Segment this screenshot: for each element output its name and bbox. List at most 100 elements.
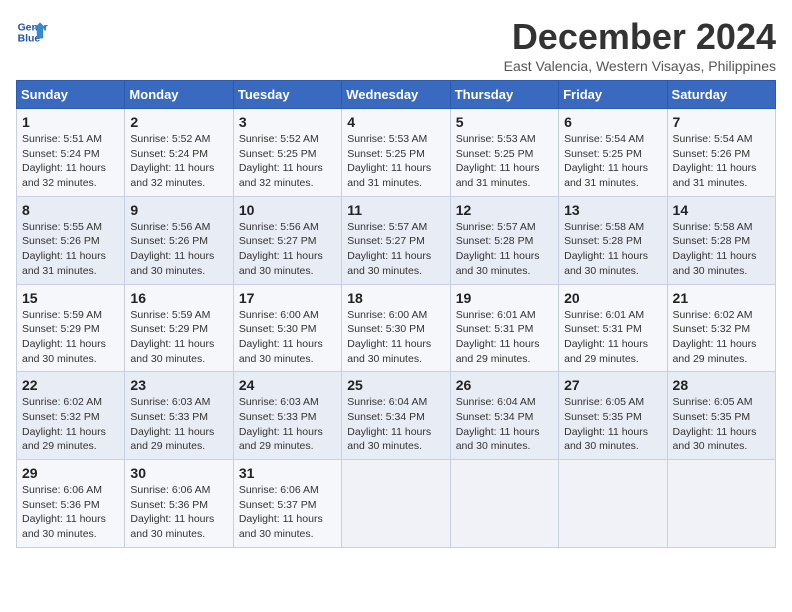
calendar-cell: 23 Sunrise: 6:03 AM Sunset: 5:33 PM Dayl…: [125, 372, 233, 460]
day-info: Sunrise: 5:53 AM Sunset: 5:25 PM Dayligh…: [347, 133, 431, 189]
day-number: 1: [22, 114, 119, 130]
day-info: Sunrise: 5:57 AM Sunset: 5:28 PM Dayligh…: [456, 221, 540, 277]
day-number: 15: [22, 290, 119, 306]
calendar-cell: 18 Sunrise: 6:00 AM Sunset: 5:30 PM Dayl…: [342, 284, 450, 372]
day-info: Sunrise: 6:06 AM Sunset: 5:36 PM Dayligh…: [130, 484, 214, 540]
calendar-week-row: 8 Sunrise: 5:55 AM Sunset: 5:26 PM Dayli…: [17, 196, 776, 284]
day-number: 16: [130, 290, 227, 306]
day-info: Sunrise: 5:59 AM Sunset: 5:29 PM Dayligh…: [130, 309, 214, 365]
calendar-cell: 20 Sunrise: 6:01 AM Sunset: 5:31 PM Dayl…: [559, 284, 667, 372]
day-number: 19: [456, 290, 553, 306]
day-info: Sunrise: 6:06 AM Sunset: 5:36 PM Dayligh…: [22, 484, 106, 540]
header-sunday: Sunday: [17, 81, 125, 109]
day-info: Sunrise: 5:59 AM Sunset: 5:29 PM Dayligh…: [22, 309, 106, 365]
day-number: 30: [130, 465, 227, 481]
day-info: Sunrise: 6:03 AM Sunset: 5:33 PM Dayligh…: [130, 396, 214, 452]
calendar-cell: 14 Sunrise: 5:58 AM Sunset: 5:28 PM Dayl…: [667, 196, 775, 284]
day-info: Sunrise: 5:58 AM Sunset: 5:28 PM Dayligh…: [673, 221, 757, 277]
day-number: 12: [456, 202, 553, 218]
calendar-cell: 5 Sunrise: 5:53 AM Sunset: 5:25 PM Dayli…: [450, 109, 558, 197]
calendar-cell: 1 Sunrise: 5:51 AM Sunset: 5:24 PM Dayli…: [17, 109, 125, 197]
calendar-cell: [342, 460, 450, 548]
day-number: 2: [130, 114, 227, 130]
calendar-cell: [667, 460, 775, 548]
calendar-cell: 31 Sunrise: 6:06 AM Sunset: 5:37 PM Dayl…: [233, 460, 341, 548]
day-info: Sunrise: 6:01 AM Sunset: 5:31 PM Dayligh…: [564, 309, 648, 365]
header-tuesday: Tuesday: [233, 81, 341, 109]
day-info: Sunrise: 5:58 AM Sunset: 5:28 PM Dayligh…: [564, 221, 648, 277]
calendar-cell: [450, 460, 558, 548]
day-number: 6: [564, 114, 661, 130]
month-title: December 2024: [504, 16, 776, 58]
day-info: Sunrise: 6:06 AM Sunset: 5:37 PM Dayligh…: [239, 484, 323, 540]
calendar-cell: 3 Sunrise: 5:52 AM Sunset: 5:25 PM Dayli…: [233, 109, 341, 197]
day-number: 29: [22, 465, 119, 481]
logo: General Blue: [16, 16, 48, 48]
calendar-week-row: 1 Sunrise: 5:51 AM Sunset: 5:24 PM Dayli…: [17, 109, 776, 197]
day-info: Sunrise: 5:54 AM Sunset: 5:25 PM Dayligh…: [564, 133, 648, 189]
day-number: 22: [22, 377, 119, 393]
day-info: Sunrise: 6:03 AM Sunset: 5:33 PM Dayligh…: [239, 396, 323, 452]
calendar-table: Sunday Monday Tuesday Wednesday Thursday…: [16, 80, 776, 548]
calendar-cell: 11 Sunrise: 5:57 AM Sunset: 5:27 PM Dayl…: [342, 196, 450, 284]
day-number: 18: [347, 290, 444, 306]
weekday-header-row: Sunday Monday Tuesday Wednesday Thursday…: [17, 81, 776, 109]
calendar-cell: 4 Sunrise: 5:53 AM Sunset: 5:25 PM Dayli…: [342, 109, 450, 197]
logo-icon: General Blue: [16, 16, 48, 48]
day-number: 27: [564, 377, 661, 393]
day-number: 8: [22, 202, 119, 218]
day-info: Sunrise: 5:56 AM Sunset: 5:27 PM Dayligh…: [239, 221, 323, 277]
title-block: December 2024 East Valencia, Western Vis…: [504, 16, 776, 74]
header-monday: Monday: [125, 81, 233, 109]
calendar-cell: 15 Sunrise: 5:59 AM Sunset: 5:29 PM Dayl…: [17, 284, 125, 372]
calendar-week-row: 22 Sunrise: 6:02 AM Sunset: 5:32 PM Dayl…: [17, 372, 776, 460]
calendar-cell: 2 Sunrise: 5:52 AM Sunset: 5:24 PM Dayli…: [125, 109, 233, 197]
day-info: Sunrise: 5:55 AM Sunset: 5:26 PM Dayligh…: [22, 221, 106, 277]
day-number: 5: [456, 114, 553, 130]
calendar-cell: 6 Sunrise: 5:54 AM Sunset: 5:25 PM Dayli…: [559, 109, 667, 197]
calendar-cell: 21 Sunrise: 6:02 AM Sunset: 5:32 PM Dayl…: [667, 284, 775, 372]
day-number: 13: [564, 202, 661, 218]
day-info: Sunrise: 5:54 AM Sunset: 5:26 PM Dayligh…: [673, 133, 757, 189]
day-info: Sunrise: 6:01 AM Sunset: 5:31 PM Dayligh…: [456, 309, 540, 365]
header-wednesday: Wednesday: [342, 81, 450, 109]
calendar-week-row: 29 Sunrise: 6:06 AM Sunset: 5:36 PM Dayl…: [17, 460, 776, 548]
header-thursday: Thursday: [450, 81, 558, 109]
day-number: 24: [239, 377, 336, 393]
day-info: Sunrise: 5:56 AM Sunset: 5:26 PM Dayligh…: [130, 221, 214, 277]
day-info: Sunrise: 5:53 AM Sunset: 5:25 PM Dayligh…: [456, 133, 540, 189]
day-number: 3: [239, 114, 336, 130]
calendar-cell: 30 Sunrise: 6:06 AM Sunset: 5:36 PM Dayl…: [125, 460, 233, 548]
calendar-cell: 27 Sunrise: 6:05 AM Sunset: 5:35 PM Dayl…: [559, 372, 667, 460]
day-info: Sunrise: 5:57 AM Sunset: 5:27 PM Dayligh…: [347, 221, 431, 277]
calendar-week-row: 15 Sunrise: 5:59 AM Sunset: 5:29 PM Dayl…: [17, 284, 776, 372]
calendar-cell: 9 Sunrise: 5:56 AM Sunset: 5:26 PM Dayli…: [125, 196, 233, 284]
day-info: Sunrise: 6:02 AM Sunset: 5:32 PM Dayligh…: [673, 309, 757, 365]
day-number: 21: [673, 290, 770, 306]
day-info: Sunrise: 6:04 AM Sunset: 5:34 PM Dayligh…: [347, 396, 431, 452]
calendar-cell: 29 Sunrise: 6:06 AM Sunset: 5:36 PM Dayl…: [17, 460, 125, 548]
day-number: 26: [456, 377, 553, 393]
calendar-cell: 17 Sunrise: 6:00 AM Sunset: 5:30 PM Dayl…: [233, 284, 341, 372]
day-number: 20: [564, 290, 661, 306]
day-info: Sunrise: 6:02 AM Sunset: 5:32 PM Dayligh…: [22, 396, 106, 452]
day-number: 28: [673, 377, 770, 393]
calendar-cell: 7 Sunrise: 5:54 AM Sunset: 5:26 PM Dayli…: [667, 109, 775, 197]
calendar-cell: 28 Sunrise: 6:05 AM Sunset: 5:35 PM Dayl…: [667, 372, 775, 460]
day-info: Sunrise: 6:05 AM Sunset: 5:35 PM Dayligh…: [564, 396, 648, 452]
day-number: 31: [239, 465, 336, 481]
subtitle: East Valencia, Western Visayas, Philippi…: [504, 58, 776, 74]
day-info: Sunrise: 6:04 AM Sunset: 5:34 PM Dayligh…: [456, 396, 540, 452]
day-info: Sunrise: 5:51 AM Sunset: 5:24 PM Dayligh…: [22, 133, 106, 189]
day-number: 9: [130, 202, 227, 218]
calendar-cell: [559, 460, 667, 548]
calendar-cell: 10 Sunrise: 5:56 AM Sunset: 5:27 PM Dayl…: [233, 196, 341, 284]
calendar-cell: 13 Sunrise: 5:58 AM Sunset: 5:28 PM Dayl…: [559, 196, 667, 284]
calendar-cell: 25 Sunrise: 6:04 AM Sunset: 5:34 PM Dayl…: [342, 372, 450, 460]
header-saturday: Saturday: [667, 81, 775, 109]
day-number: 10: [239, 202, 336, 218]
calendar-cell: 22 Sunrise: 6:02 AM Sunset: 5:32 PM Dayl…: [17, 372, 125, 460]
page-header: General Blue December 2024 East Valencia…: [16, 16, 776, 74]
day-info: Sunrise: 6:00 AM Sunset: 5:30 PM Dayligh…: [239, 309, 323, 365]
calendar-cell: 19 Sunrise: 6:01 AM Sunset: 5:31 PM Dayl…: [450, 284, 558, 372]
